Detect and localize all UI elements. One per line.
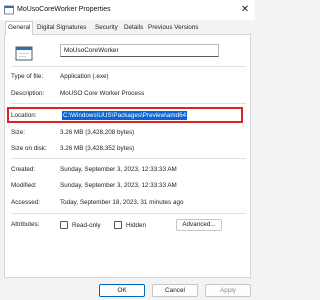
tab-digital-signatures[interactable]: Digital Signatures	[35, 22, 88, 34]
modified-value: Sunday, September 3, 2023, 12:33:33 AM	[60, 182, 177, 189]
application-window-icon	[15, 46, 33, 61]
tab-previous-versions[interactable]: Previous Versions	[146, 22, 200, 34]
divider	[11, 213, 246, 214]
accessed-value: Today, September 18, 2023, 31 minutes ag…	[60, 199, 184, 206]
apply-button[interactable]: Apply	[205, 284, 251, 297]
tab-strip: General Digital Signatures Security Deta…	[4, 21, 251, 35]
type-of-file-value: Application (.exe)	[60, 73, 109, 80]
type-of-file-label: Type of file:	[11, 73, 44, 80]
close-button[interactable]: ✕	[239, 4, 251, 16]
read-only-checkbox[interactable]	[60, 221, 68, 229]
application-icon	[4, 5, 14, 15]
size-label: Size:	[11, 129, 25, 136]
hidden-checkbox[interactable]	[114, 221, 122, 229]
size-value: 3.26 MB (3,428,208 bytes)	[60, 129, 135, 136]
location-label: Location:	[11, 112, 37, 119]
created-label: Created:	[11, 166, 36, 173]
created-value: Sunday, September 3, 2023, 12:33:33 AM	[60, 166, 177, 173]
divider	[11, 158, 246, 159]
read-only-label: Read-only	[72, 222, 101, 229]
tab-general[interactable]: General	[5, 21, 34, 35]
tab-security[interactable]: Security	[93, 22, 120, 34]
ok-button[interactable]: OK	[99, 284, 145, 297]
advanced-button[interactable]: Advanced...	[176, 219, 222, 231]
divider	[11, 103, 246, 104]
description-label: Description:	[11, 90, 45, 97]
accessed-label: Accessed:	[11, 199, 41, 206]
tab-details[interactable]: Details	[122, 22, 145, 34]
general-panel: MoUsoCoreWorker Type of file: Applicatio…	[4, 34, 251, 278]
title-bar: MoUsoCoreWorker Properties ✕	[0, 0, 255, 20]
description-value: MoUSO Core Worker Process	[60, 90, 145, 97]
window-title: MoUsoCoreWorker Properties	[17, 6, 111, 13]
size-on-disk-label: Size on disk:	[11, 145, 47, 152]
divider	[11, 66, 246, 67]
size-on-disk-value: 3.26 MB (3,428,352 bytes)	[60, 145, 135, 152]
location-value[interactable]: C:\Windows\UUS\Packages\Preview\amd64	[62, 111, 188, 120]
hidden-label: Hidden	[126, 222, 146, 229]
attributes-label: Attributes:	[11, 221, 40, 228]
modified-label: Modified:	[11, 182, 37, 189]
file-name-field[interactable]: MoUsoCoreWorker	[60, 44, 219, 57]
cancel-button[interactable]: Cancel	[152, 284, 198, 297]
